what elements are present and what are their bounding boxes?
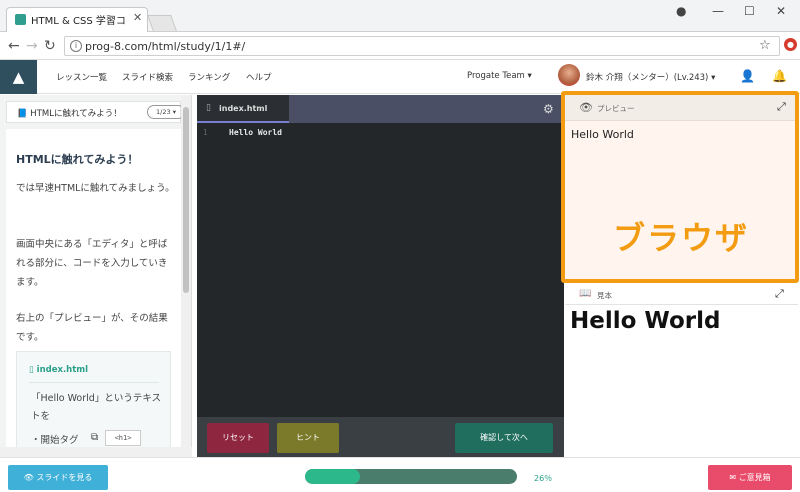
- code-editor: ▯ index.html ⚙ 1 Hello World リセット ヒント 確認…: [197, 95, 564, 457]
- eye-icon: 👁: [579, 101, 593, 114]
- team-name: Progate Team: [467, 71, 525, 81]
- nav-help[interactable]: ヘルプ: [246, 71, 272, 83]
- card-bullet: ・開始タグ: [31, 435, 79, 446]
- forward-arrow-icon[interactable]: →: [26, 38, 38, 54]
- slide-heading: HTMLに触れてみよう！: [16, 153, 139, 166]
- browser-tab[interactable]: HTML & CSS 学習コース ✕: [6, 7, 148, 32]
- url-text: prog-8.com/html/study/1/1#/: [85, 40, 246, 53]
- horizontal-scrollbar[interactable]: [0, 447, 192, 457]
- url-field[interactable]: i prog-8.com/html/study/1/1#/ ☆: [64, 36, 780, 56]
- book-icon: 📖: [579, 288, 592, 299]
- lesson-title-bar: 📘 HTMLに触れてみよう！ 1/23 ▾: [6, 101, 185, 123]
- browser-tabstrip: HTML & CSS 学習コース ✕ ● — ☐ ✕: [0, 0, 800, 32]
- user-dropdown[interactable]: 鈴木 介翔（メンター）(Lv.243) ▾: [586, 71, 715, 83]
- window-close-icon[interactable]: ✕: [776, 4, 786, 18]
- preview-panel: 👁 プレビュー ⤢ Hello World ブラウザ: [561, 91, 799, 283]
- card-filename: ▯ index.html: [29, 365, 88, 375]
- avatar[interactable]: [558, 64, 580, 86]
- tab-title: HTML & CSS 学習コース: [31, 16, 127, 27]
- app-header: ▲ レッスン一覧 スライド検索 ランキング ヘルプ Progate Team ▾…: [0, 60, 800, 94]
- preview-output: Hello World: [571, 128, 634, 141]
- reload-icon[interactable]: ↻: [44, 38, 56, 54]
- expand-icon[interactable]: ⤢: [777, 100, 786, 114]
- slide-paragraph: では早速HTMLに触れてみましょう。: [16, 183, 175, 194]
- back-arrow-icon[interactable]: ←: [8, 38, 20, 54]
- slide-paragraph: 画面中央にある「エディタ」と呼ばれる部分に、コードを入力していきます。: [16, 239, 168, 288]
- bottom-bar: 👁 スライドを見る 26％ ✉ ご意見箱: [0, 457, 800, 492]
- mail-icon: ✉: [729, 473, 737, 482]
- card-filename-text: index.html: [36, 365, 89, 375]
- maximize-icon[interactable]: ☐: [744, 4, 755, 18]
- close-icon[interactable]: ✕: [133, 11, 142, 24]
- lesson-title: 📘 HTMLに触れてみよう！: [17, 107, 122, 119]
- feedback-button[interactable]: ✉ ご意見箱: [708, 465, 792, 490]
- sample-output: Hello World: [570, 308, 721, 334]
- tab-index-html[interactable]: ▯ index.html: [197, 95, 289, 123]
- reset-button[interactable]: リセット: [207, 423, 269, 453]
- view-slides-button[interactable]: 👁 スライドを見る: [8, 465, 108, 490]
- eye-icon: 👁: [23, 473, 34, 482]
- users-icon[interactable]: 👤: [740, 69, 755, 83]
- slide-paragraph: 右上の「プレビュー」が、その結果です。: [16, 313, 168, 343]
- sample-label: 見本: [597, 291, 612, 300]
- sample-header: 📖 見本 ⤢: [565, 285, 798, 305]
- copy-icon[interactable]: ⧉: [91, 432, 98, 443]
- team-dropdown[interactable]: Progate Team ▾: [467, 71, 532, 81]
- address-bar-row: ← → ↻ i prog-8.com/html/study/1/1#/ ☆: [0, 32, 800, 60]
- bookmark-star-icon[interactable]: ☆: [759, 38, 771, 53]
- bell-icon[interactable]: 🔔: [772, 69, 787, 83]
- profile-icon[interactable]: ●: [676, 4, 686, 18]
- check-next-button[interactable]: 確認して次へ: [455, 423, 553, 453]
- code-card: ▯ index.html 「Hello World」というテキストを ・開始タグ…: [16, 351, 171, 447]
- card-text: 「Hello World」というテキストを: [31, 393, 162, 422]
- lesson-title-text: HTMLに触れてみよう！: [30, 109, 122, 119]
- scrollbar-thumb[interactable]: [183, 107, 189, 293]
- file-icon: ▯: [206, 103, 211, 113]
- book-icon: 📘: [17, 109, 28, 119]
- divider: [29, 382, 159, 383]
- feedback-label: ご意見箱: [738, 473, 771, 482]
- view-slides-label: スライドを見る: [36, 473, 93, 482]
- editor-tab-label: index.html: [219, 104, 268, 113]
- progate-logo-icon[interactable]: ▲: [0, 60, 37, 94]
- progress-percent: 26％: [534, 474, 553, 483]
- editor-footer: リセット ヒント 確認して次へ: [197, 417, 564, 457]
- vertical-scrollbar[interactable]: [181, 95, 191, 457]
- new-tab-button[interactable]: [147, 15, 177, 31]
- nav-lesson-list[interactable]: レッスン一覧: [56, 71, 107, 83]
- preview-header: 👁 プレビュー ⤢: [565, 95, 795, 121]
- info-icon[interactable]: i: [70, 40, 82, 52]
- editor-code[interactable]: Hello World: [229, 128, 282, 137]
- tag-chip: <h1>: [105, 430, 141, 446]
- nav-slide-search[interactable]: スライド検索: [122, 71, 173, 83]
- minimize-icon[interactable]: —: [712, 4, 724, 18]
- progress-bar: [305, 469, 517, 484]
- lesson-panel: 📘 HTMLに触れてみよう！ 1/23 ▾ HTMLに触れてみよう！ では早速H…: [0, 95, 192, 457]
- preview-label: プレビュー: [597, 104, 635, 113]
- browser-annotation: ブラウザ: [613, 219, 750, 257]
- line-number: 1: [203, 128, 208, 137]
- editor-tab-bar: ▯ index.html ⚙: [197, 95, 564, 123]
- site-favicon-icon: [15, 14, 26, 25]
- expand-icon[interactable]: ⤢: [775, 287, 784, 301]
- slide-content: HTMLに触れてみよう！ では早速HTMLに触れてみましょう。 画面中央にある「…: [6, 129, 181, 447]
- user-name: 鈴木 介翔（メンター）(Lv.243): [586, 73, 709, 83]
- hint-button[interactable]: ヒント: [277, 423, 339, 453]
- slide-page-selector[interactable]: 1/23 ▾: [147, 105, 185, 119]
- extension-icon[interactable]: ●: [784, 38, 797, 51]
- gear-icon[interactable]: ⚙: [543, 102, 554, 116]
- nav-ranking[interactable]: ランキング: [188, 71, 230, 83]
- file-icon: ▯: [29, 365, 34, 375]
- slide-page: 1/23: [156, 108, 171, 116]
- progress-fill: [305, 469, 361, 484]
